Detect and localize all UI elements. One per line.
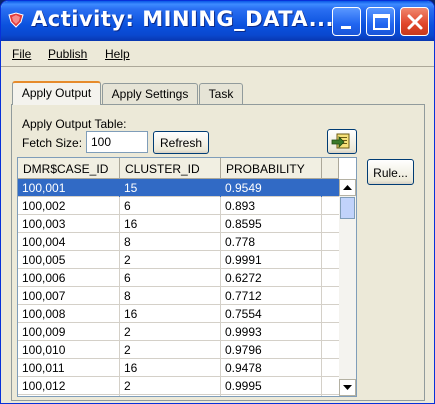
cell-probability: 0.7554: [221, 305, 322, 323]
cell-probability: 0.6272: [221, 269, 322, 287]
menu-divider: [1, 66, 434, 67]
arrow-up-icon: [343, 185, 352, 190]
cell-cluster-id: 16: [120, 359, 221, 377]
tab-apply-settings[interactable]: Apply Settings: [102, 83, 198, 104]
table-row[interactable]: 100,011 16 0.9478: [18, 359, 339, 377]
cell-case-id: 100,011: [18, 359, 120, 377]
cell-case-id: 100,012: [18, 377, 120, 395]
cell-case-id: 100,006: [18, 269, 120, 287]
table-row[interactable]: 100,001 15 0.9549: [18, 179, 339, 197]
activity-icon: [8, 12, 24, 28]
cell-case-id: 100,001: [18, 179, 120, 197]
cell-case-id: 100,002: [18, 197, 120, 215]
tab-task[interactable]: Task: [199, 83, 243, 104]
menu-bar: File Publish Help: [1, 41, 434, 67]
table-row[interactable]: 100,005 2 0.9991: [18, 251, 339, 269]
cell-cluster-id: 6: [120, 197, 221, 215]
cell-cluster-id: 2: [120, 377, 221, 395]
menu-publish[interactable]: Publish: [48, 47, 87, 61]
column-header-probability[interactable]: PROBABILITY: [221, 158, 322, 179]
cell-probability: 0.9549: [221, 179, 322, 197]
cell-probability: 0.9796: [221, 341, 322, 359]
tab-task-label: Task: [208, 87, 234, 101]
scroll-up-button[interactable]: [339, 179, 356, 196]
cell-case-id: 100,008: [18, 305, 120, 323]
scrollbar-thumb[interactable]: [340, 197, 355, 219]
tab-apply-settings-label: Apply Settings: [111, 87, 189, 101]
column-header-cluster-id[interactable]: CLUSTER_ID: [120, 158, 221, 179]
fetch-size-input[interactable]: [86, 131, 148, 153]
maximize-button[interactable]: [366, 7, 395, 36]
table-row[interactable]: 100,009 2 0.9993: [18, 323, 339, 341]
cell-probability: 0.8595: [221, 215, 322, 233]
cell-cluster-id: 2: [120, 395, 221, 396]
export-icon: [331, 133, 350, 149]
table-header: DMR$CASE_ID CLUSTER_ID PROBABILITY: [18, 158, 339, 179]
cell-cluster-id: 6: [120, 269, 221, 287]
cell-cluster-id: 8: [120, 233, 221, 251]
close-icon: [407, 14, 423, 30]
menu-help-label: Help: [105, 47, 130, 61]
column-header-filler: [322, 158, 339, 179]
activity-window: Activity: MINING_DATA... File Publish He…: [0, 0, 435, 404]
menu-help[interactable]: Help: [105, 47, 130, 61]
cell-case-id: 100,004: [18, 233, 120, 251]
menu-file[interactable]: File: [12, 47, 31, 61]
cell-cluster-id: 15: [120, 179, 221, 197]
table-row[interactable]: 100,007 8 0.7712: [18, 287, 339, 305]
cell-probability: 0.9995: [221, 377, 322, 395]
scroll-down-button[interactable]: [339, 379, 356, 396]
title-bar[interactable]: Activity: MINING_DATA...: [1, 1, 434, 41]
cell-cluster-id: 8: [120, 287, 221, 305]
tab-apply-output[interactable]: Apply Output: [12, 81, 101, 105]
arrow-down-icon: [343, 385, 352, 390]
vertical-scrollbar[interactable]: [339, 179, 356, 396]
menu-file-label: File: [12, 47, 32, 61]
export-button[interactable]: [327, 129, 357, 154]
cell-case-id: 100,010: [18, 341, 120, 359]
cell-probability: 0.9478: [221, 359, 322, 377]
table-row[interactable]: 100,01320.9855: [18, 395, 339, 396]
cell-case-id: 100,007: [18, 287, 120, 305]
table-row[interactable]: 100,003 16 0.8595: [18, 215, 339, 233]
cell-probability: 0.9993: [221, 323, 322, 341]
table-row[interactable]: 100,004 8 0.778: [18, 233, 339, 251]
cell-probability: 0.9855: [221, 395, 322, 396]
refresh-button[interactable]: Refresh: [153, 131, 209, 154]
table-row[interactable]: 100,006 6 0.6272: [18, 269, 339, 287]
cell-case-id: 100,003: [18, 215, 120, 233]
table-row[interactable]: 100,012 2 0.9995: [18, 377, 339, 395]
rule-button[interactable]: Rule...: [367, 159, 414, 185]
table-body: 100,001 15 0.9549 100,002 6 0.893 100,003 16 0.8…: [18, 179, 339, 396]
apply-output-table: DMR$CASE_ID CLUSTER_ID PROBABILITY 100,0…: [17, 157, 357, 397]
cell-probability: 0.7712: [221, 287, 322, 305]
table-row[interactable]: 100,010 2 0.9796: [18, 341, 339, 359]
cell-case-id: 100,013: [18, 395, 120, 396]
cell-cluster-id: 2: [120, 323, 221, 341]
cell-cluster-id: 2: [120, 251, 221, 269]
fetch-size-label: Fetch Size:: [22, 136, 83, 150]
window-title: Activity: MINING_DATA...: [31, 7, 334, 31]
cell-cluster-id: 2: [120, 341, 221, 359]
tab-apply-output-label: Apply Output: [21, 86, 92, 100]
column-header-case-id[interactable]: DMR$CASE_ID: [18, 158, 120, 179]
cell-cluster-id: 16: [120, 215, 221, 233]
minimize-icon: [341, 26, 351, 29]
cell-cluster-id: 16: [120, 305, 221, 323]
cell-probability: 0.893: [221, 197, 322, 215]
cell-probability: 0.778: [221, 233, 322, 251]
close-button[interactable]: [400, 7, 429, 36]
table-row[interactable]: 100,002 6 0.893: [18, 197, 339, 215]
menu-publish-label: Publish: [48, 47, 88, 61]
minimize-button[interactable]: [332, 7, 361, 36]
cell-case-id: 100,005: [18, 251, 120, 269]
apply-output-table-label: Apply Output Table:: [22, 117, 127, 131]
cell-probability: 0.9991: [221, 251, 322, 269]
cell-case-id: 100,009: [18, 323, 120, 341]
table-row[interactable]: 100,008 16 0.7554: [18, 305, 339, 323]
maximize-icon: [373, 14, 390, 30]
